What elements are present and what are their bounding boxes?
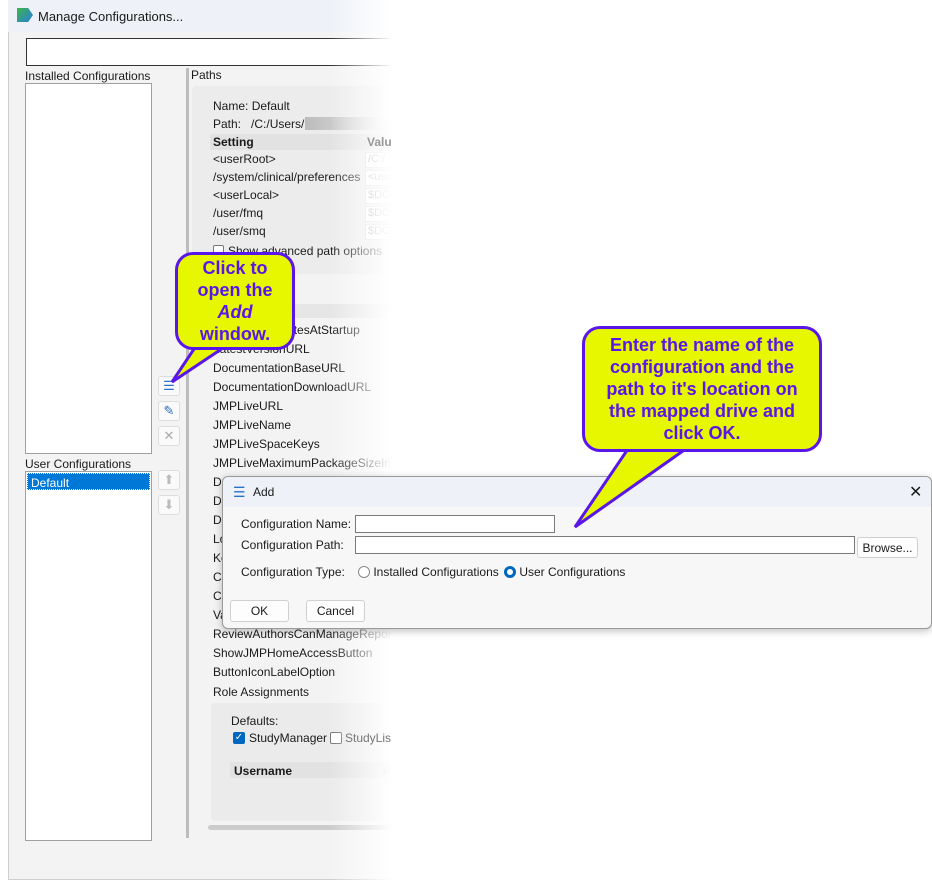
callout-enter-tail (573, 444, 695, 529)
callout-add: Click to open the Add window. (175, 252, 295, 350)
callout-enter: Enter the name of the configuration and … (582, 326, 822, 452)
